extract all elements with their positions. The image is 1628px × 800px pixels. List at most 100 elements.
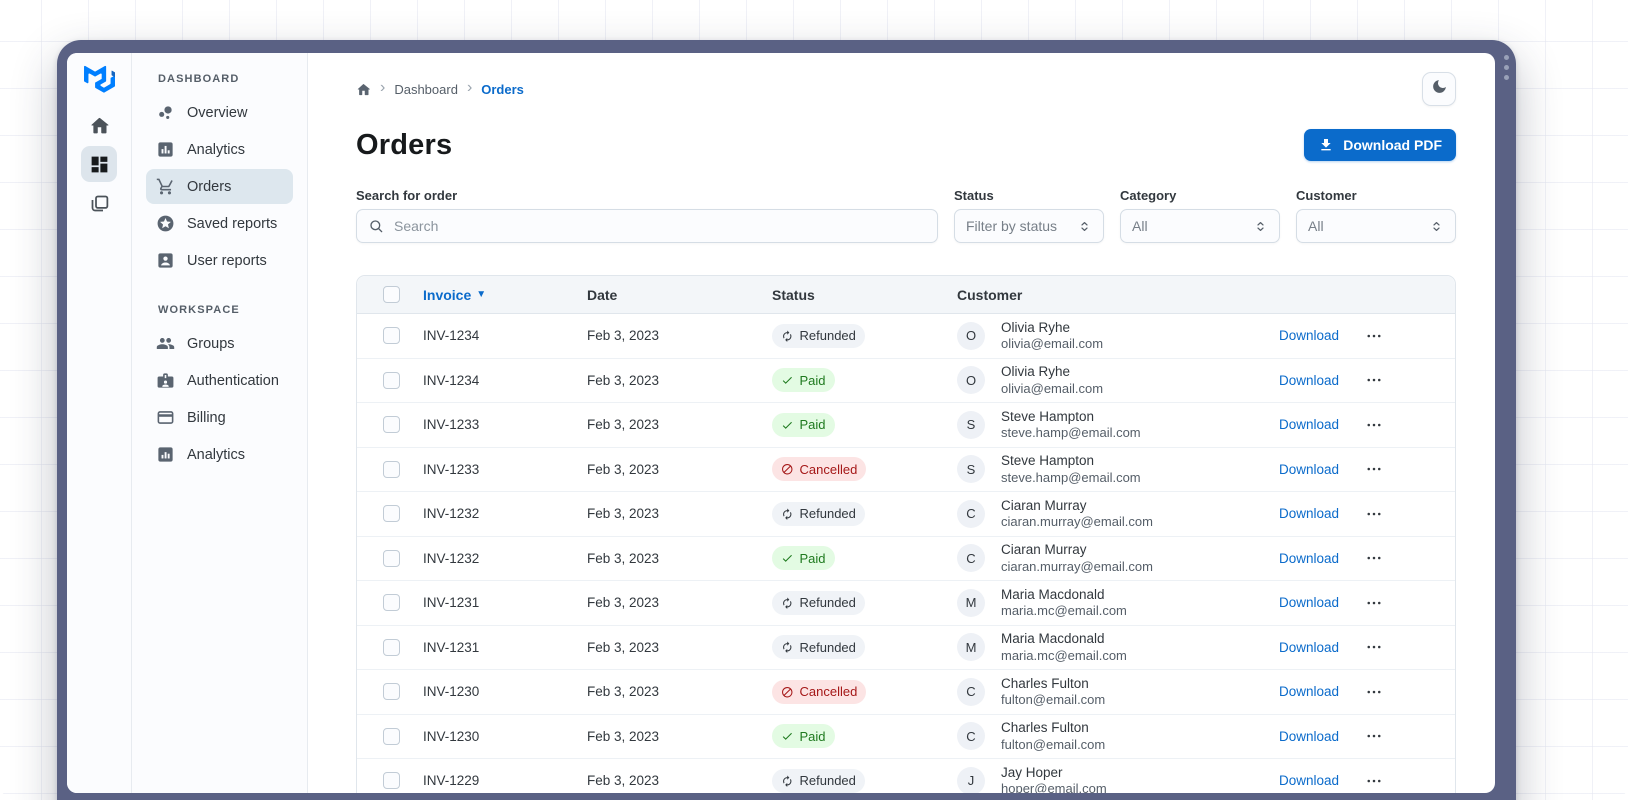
sidebar-item-label: Billing [187, 409, 226, 426]
row-download-link[interactable]: Download [1279, 417, 1339, 432]
select-value: Filter by status [966, 218, 1058, 234]
section-title: DASHBOARD [158, 73, 240, 85]
home-rail-button[interactable] [81, 107, 117, 143]
select-all-checkbox[interactable] [383, 286, 400, 303]
download-pdf-button[interactable]: Download PDF [1304, 129, 1456, 161]
customer-name: Charles Fulton [1001, 675, 1089, 691]
invoice-cell: INV-1234 [423, 372, 480, 388]
row-more-button[interactable] [1365, 460, 1383, 478]
row-checkbox[interactable] [383, 549, 400, 567]
customer-email: maria.mc@email.com [1001, 647, 1127, 663]
frame-scrollbar-dots [1504, 55, 1509, 80]
customer-select[interactable]: All [1296, 209, 1456, 243]
customer-email: steve.hamp@email.com [1001, 469, 1141, 485]
date-cell: Feb 3, 2023 [587, 639, 660, 655]
breadcrumb-dashboard[interactable]: Dashboard [394, 82, 458, 97]
row-download-link[interactable]: Download [1279, 373, 1339, 388]
dashboard-rail-button[interactable] [81, 146, 117, 182]
row-download-link[interactable]: Download [1279, 729, 1339, 744]
sidebar-item-overview[interactable]: Overview [146, 95, 293, 130]
row-more-button[interactable] [1365, 549, 1383, 567]
sidebar-item-billing[interactable]: Billing [146, 400, 293, 435]
status-select[interactable]: Filter by status [954, 209, 1104, 243]
row-download-link[interactable]: Download [1279, 506, 1339, 521]
row-more-button[interactable] [1365, 594, 1383, 612]
sidebar-item-label: Authentication [187, 372, 279, 389]
search-input[interactable] [392, 217, 926, 235]
column-header-customer: Customer [957, 286, 1023, 303]
row-more-button[interactable] [1365, 505, 1383, 523]
row-checkbox[interactable] [383, 371, 400, 389]
window-frame: DASHBOARD Overview Analytics Orders Saved re… [57, 40, 1516, 800]
check-icon [781, 730, 794, 743]
breadcrumb-orders[interactable]: Orders [481, 82, 524, 97]
row-download-link[interactable]: Download [1279, 551, 1339, 566]
layers-rail-button[interactable] [81, 185, 117, 221]
status-badge: Paid [772, 368, 835, 393]
row-more-button[interactable] [1365, 638, 1383, 656]
row-more-button[interactable] [1365, 327, 1383, 345]
category-select[interactable]: All [1120, 209, 1280, 243]
status-label: Cancelled [799, 684, 858, 700]
sidebar-item-saved-reports[interactable]: Saved reports [146, 206, 293, 241]
customer-name: Charles Fulton [1001, 720, 1089, 736]
autorenew-icon [781, 597, 794, 610]
status-label: Refunded [799, 639, 856, 655]
table-row: INV-1234 Feb 3, 2023 Refunded O Olivia Ryhe o… [357, 314, 1455, 359]
icon-rail [67, 53, 132, 793]
row-checkbox[interactable] [383, 460, 400, 478]
sidebar-item-groups[interactable]: Groups [146, 326, 293, 361]
row-more-button[interactable] [1365, 416, 1383, 434]
row-download-link[interactable]: Download [1279, 328, 1339, 343]
sidebar-item-analytics[interactable]: Analytics [146, 132, 293, 167]
sort-caret-icon: ▼ [476, 288, 487, 300]
row-more-button[interactable] [1365, 772, 1383, 790]
row-download-link[interactable]: Download [1279, 773, 1339, 788]
analytics-square-icon [156, 445, 175, 464]
download-icon [1318, 137, 1334, 153]
sidebar-item-orders[interactable]: Orders [146, 169, 293, 204]
title-row: Orders Download PDF [356, 128, 1456, 162]
autorenew-icon [781, 330, 794, 343]
bubble-chart-icon [156, 103, 175, 122]
row-download-link[interactable]: Download [1279, 595, 1339, 610]
row-more-button[interactable] [1365, 727, 1383, 745]
date-cell: Feb 3, 2023 [587, 506, 660, 522]
column-header-status: Status [772, 286, 815, 303]
row-checkbox[interactable] [383, 683, 400, 701]
row-checkbox[interactable] [383, 505, 400, 523]
status-label: Refunded [799, 506, 856, 522]
sidebar-item-authentication[interactable]: Authentication [146, 363, 293, 398]
invoice-cell: INV-1233 [423, 461, 480, 477]
search-label: Search for order [356, 188, 458, 203]
customer-name: Steve Hampton [1001, 408, 1095, 424]
avatar: C [957, 722, 985, 751]
table-header: Invoice ▼ Date Status Customer [357, 276, 1455, 314]
groups-icon [156, 334, 175, 353]
table-row: INV-1232 Feb 3, 2023 Refunded C Ciaran Murra… [357, 492, 1455, 537]
status-label: Paid [799, 550, 826, 566]
status-label: Paid [799, 728, 826, 744]
column-header-invoice[interactable]: Invoice ▼ [423, 287, 587, 303]
row-checkbox[interactable] [383, 772, 400, 790]
sidebar-item-analytics[interactable]: Analytics [146, 437, 293, 472]
row-checkbox[interactable] [383, 638, 400, 656]
theme-toggle-button[interactable] [1422, 72, 1456, 106]
dashboard-icon [89, 154, 110, 175]
row-download-link[interactable]: Download [1279, 462, 1339, 477]
row-download-link[interactable]: Download [1279, 684, 1339, 699]
customer-name: Steve Hampton [1001, 453, 1095, 469]
row-download-link[interactable]: Download [1279, 640, 1339, 655]
home-icon[interactable] [356, 82, 371, 97]
row-checkbox[interactable] [383, 727, 400, 745]
customer-name: Maria Macdonald [1001, 586, 1105, 602]
filter-label: Category [1120, 188, 1177, 203]
sidebar-item-user-reports[interactable]: User reports [146, 243, 293, 278]
row-more-button[interactable] [1365, 683, 1383, 701]
row-checkbox[interactable] [383, 327, 400, 345]
row-more-button[interactable] [1365, 371, 1383, 389]
row-checkbox[interactable] [383, 594, 400, 612]
status-label: Paid [799, 417, 826, 433]
row-checkbox[interactable] [383, 416, 400, 434]
filters-row: Search for order Status Filter by status C… [356, 188, 1456, 243]
